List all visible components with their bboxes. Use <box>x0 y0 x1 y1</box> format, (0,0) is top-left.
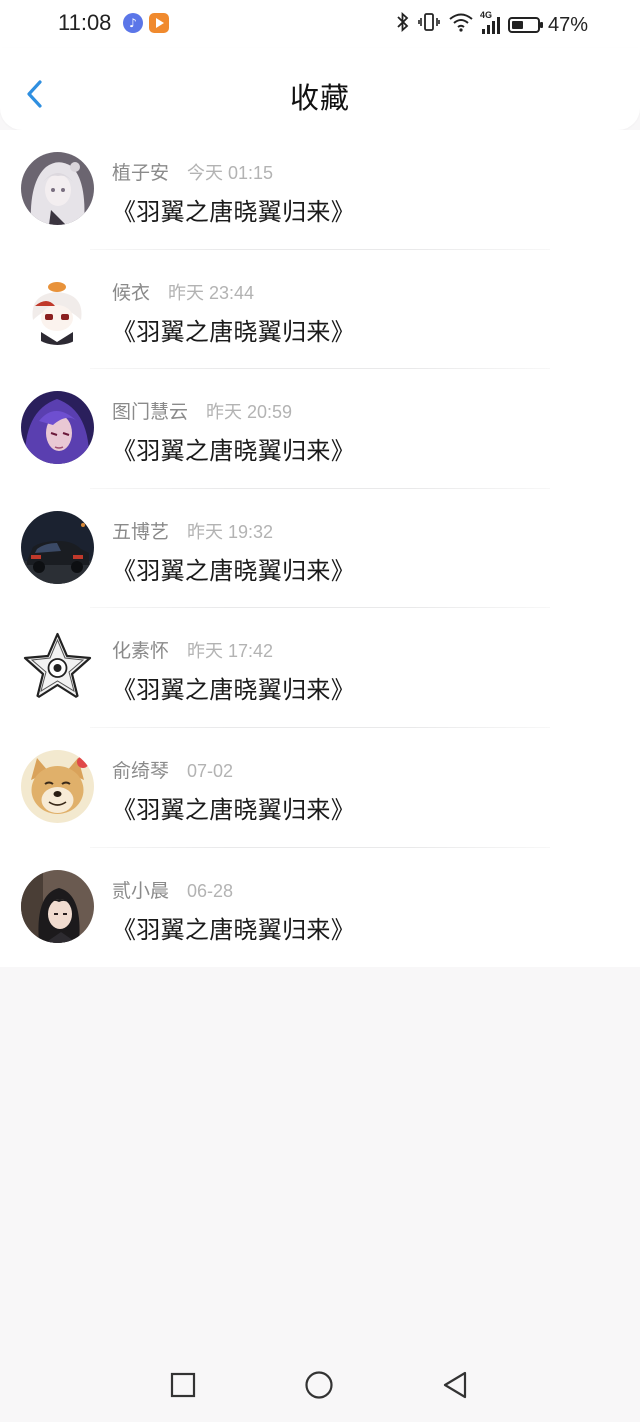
status-indicators: 4G 47% <box>396 10 588 38</box>
avatar <box>21 510 94 584</box>
username: 俞绮琴 <box>112 759 170 782</box>
list-item[interactable]: 俞绮琴 07-02 《羽翼之唐晓翼归来》 <box>0 728 640 848</box>
video-app-icon <box>149 13 169 33</box>
avatar-car-night-image <box>21 510 94 584</box>
item-title: 《羽翼之唐晓翼归来》 <box>112 556 355 585</box>
timestamp: 昨天 20:59 <box>206 402 293 423</box>
avatar <box>21 152 94 225</box>
timestamp: 昨天 23:44 <box>168 282 255 303</box>
avatar-shiba-dog-image <box>21 749 94 823</box>
timestamp: 今天 01:15 <box>187 163 274 183</box>
username: 候衣 <box>112 281 151 304</box>
item-title: 《羽翼之唐晓翼归来》 <box>112 317 355 346</box>
item-meta: 贰小晨 06-28 <box>112 876 233 903</box>
vibrate-icon <box>418 12 440 38</box>
list-item[interactable]: 图门慧云 昨天 20:59 《羽翼之唐晓翼归来》 <box>0 369 640 489</box>
avatar <box>21 749 94 823</box>
avatar-anime-dark-hair-image <box>21 869 94 943</box>
music-app-icon: ♪ <box>123 13 143 33</box>
battery-percent: 47% <box>547 13 588 36</box>
system-nav-bar <box>0 1346 640 1422</box>
username: 植子安 <box>112 162 170 184</box>
avatar <box>21 630 94 704</box>
header: 收藏 <box>0 48 640 130</box>
avatar <box>21 271 94 345</box>
avatar-anime-purple-hair-image <box>21 391 94 465</box>
item-title: 《羽翼之唐晓翼归来》 <box>112 676 355 705</box>
timestamp: 07-02 <box>187 760 234 781</box>
favorites-list: 植子安 今天 01:15 《羽翼之唐晓翼归来》 候衣 昨天 23:44 《羽翼之… <box>0 130 640 968</box>
status-bar: 11:08 ♪ 4G 47% <box>0 0 640 48</box>
avatar-anime-girl-white-hair-image <box>21 152 94 225</box>
recents-square-icon <box>170 1372 196 1398</box>
avatar-star-badge-image <box>21 630 94 704</box>
avatar-anime-chibi-image <box>21 271 94 345</box>
back-triangle-icon <box>443 1371 467 1399</box>
network-type: 4G <box>479 10 492 20</box>
battery-icon <box>507 17 543 33</box>
system-back-button[interactable] <box>440 1370 470 1400</box>
list-item[interactable]: 化素怀 昨天 17:42 《羽翼之唐晓翼归来》 <box>0 608 640 728</box>
item-title: 《羽翼之唐晓翼归来》 <box>112 795 355 824</box>
username: 五博艺 <box>112 520 170 543</box>
list-item[interactable]: 五博艺 昨天 19:32 《羽翼之唐晓翼归来》 <box>0 489 640 609</box>
battery-fill <box>511 21 523 29</box>
username: 化素怀 <box>112 640 170 663</box>
item-meta: 植子安 今天 01:15 <box>112 158 273 185</box>
status-time: 11:08 <box>58 10 112 35</box>
item-meta: 五博艺 昨天 19:32 <box>112 517 273 544</box>
username: 图门慧云 <box>112 401 189 424</box>
signal-icon: 4G <box>480 10 500 34</box>
home-button[interactable] <box>304 1370 334 1400</box>
wifi-icon <box>448 12 474 38</box>
item-meta: 俞绮琴 07-02 <box>112 756 233 783</box>
page-title: 收藏 <box>289 81 350 115</box>
list-item[interactable]: 贰小晨 06-28 《羽翼之唐晓翼归来》 <box>0 848 640 968</box>
item-meta: 化素怀 昨天 17:42 <box>112 636 273 663</box>
item-meta: 图门慧云 昨天 20:59 <box>112 397 292 424</box>
item-title: 《羽翼之唐晓翼归来》 <box>112 915 355 944</box>
item-title: 《羽翼之唐晓翼归来》 <box>112 198 355 226</box>
timestamp: 06-28 <box>187 880 234 901</box>
list-item[interactable]: 候衣 昨天 23:44 《羽翼之唐晓翼归来》 <box>0 250 640 370</box>
username: 贰小晨 <box>112 879 170 902</box>
timestamp: 昨天 19:32 <box>187 521 274 542</box>
recents-button[interactable] <box>168 1370 198 1400</box>
item-title: 《羽翼之唐晓翼归来》 <box>112 437 355 466</box>
home-circle-icon <box>305 1371 333 1399</box>
avatar <box>21 391 94 465</box>
avatar <box>21 869 94 943</box>
list-item[interactable]: 植子安 今天 01:15 《羽翼之唐晓翼归来》 <box>0 130 640 250</box>
item-meta: 候衣 昨天 23:44 <box>112 278 254 305</box>
favorites-screen: 11:08 ♪ 4G 47% 收藏 植子安 今天 01:15 《羽翼之唐晓翼归来… <box>0 0 640 1422</box>
timestamp: 昨天 17:42 <box>187 641 274 662</box>
bluetooth-icon <box>396 11 410 38</box>
